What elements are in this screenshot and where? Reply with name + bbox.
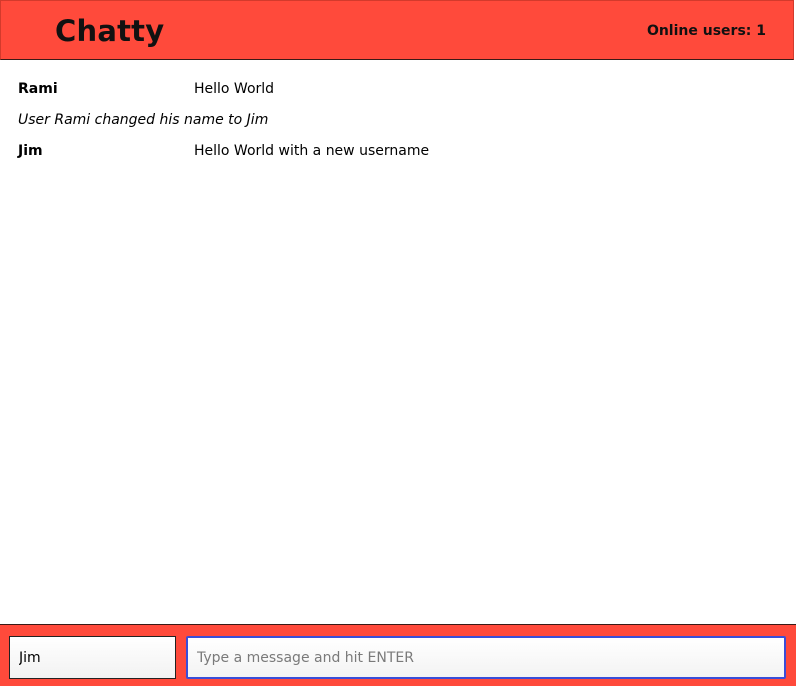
username-input[interactable] <box>9 636 176 679</box>
navbar: Chatty Online users: 1 <box>0 0 794 60</box>
brand-title[interactable]: Chatty <box>55 14 164 48</box>
chat-bar <box>0 624 796 686</box>
message-username: Jim <box>18 143 43 159</box>
message-content: Hello World with a new username <box>194 143 430 159</box>
message-content: Hello World <box>194 81 275 97</box>
message-username: Rami <box>18 81 58 97</box>
message-list[interactable]: Rami Hello World User Rami changed his n… <box>0 61 796 624</box>
online-users-count: Online users: 1 <box>646 23 766 39</box>
system-notification: User Rami changed his name to Jim <box>18 112 269 128</box>
message-input[interactable] <box>186 636 786 679</box>
chat-app: Chatty Online users: 1 Rami Hello World … <box>0 0 796 686</box>
